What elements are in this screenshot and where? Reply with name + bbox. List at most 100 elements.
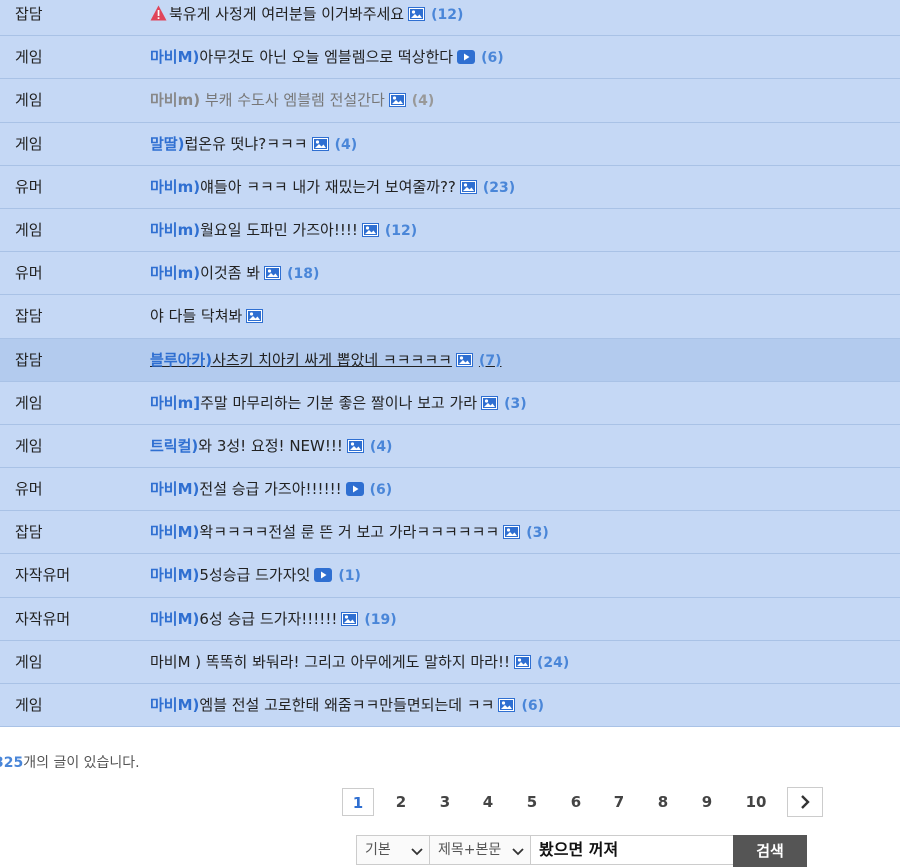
search-scope-value: 기본 [365,842,391,858]
image-icon [361,211,379,253]
post-row[interactable]: 유머 마비m)얘들아 ㅋㅋㅋ 내가 재밌는거 보여줄까?? (23) [0,165,900,210]
post-row[interactable]: 잡담 야 다들 닥쳐봐 [0,295,900,339]
image-icon [455,341,473,383]
comment-count[interactable]: (3) [504,396,527,412]
post-row[interactable]: 자작유머 마비M)6성 승급 드가자!!!!!! (19) [0,597,900,642]
post-title-link[interactable]: 마비m)얘들아 ㅋㅋㅋ 내가 재밌는거 보여줄까?? (23) [150,166,515,210]
page-link[interactable]: 6 [560,788,592,816]
next-page-button[interactable] [787,787,823,817]
post-row[interactable]: 게임 말딸)럽온유 떳냐?ㅋㅋㅋ (4) [0,122,900,167]
image-icon [346,427,364,469]
post-title-link[interactable]: 야 다들 닥쳐봐 [150,295,264,339]
post-row[interactable]: 게임 마비m)월요일 도파민 가즈아!!!! (12) [0,208,900,253]
post-row[interactable]: 게임 마비m) 부캐 수도사 엠블렘 전설간다 (4) [0,79,900,123]
comment-count[interactable]: (12) [431,7,463,23]
post-tag: 말딸) [150,134,185,153]
post-row[interactable]: 게임 마비M ) 똑똑히 봐둬라! 그리고 아무에게도 말하지 마라!! (24) [0,640,900,685]
post-title-text: 부캐 수도사 엠블렘 전설간다 [204,91,385,110]
post-title-link[interactable]: 마비M)6성 승급 드가자!!!!!! (19) [150,598,397,642]
post-tag: 마비m] [150,393,201,412]
post-tag: 마비M) [150,480,200,499]
page-link[interactable]: 2 [385,788,417,816]
post-title-link[interactable]: 블루아카)사츠키 치아키 싸게 뽑았네 ㅋㅋㅋㅋㅋ (7) [150,339,501,383]
post-category: 유머 [15,480,43,499]
page-link[interactable]: 9 [691,788,723,816]
page-link[interactable]: 4 [472,788,504,816]
image-icon [503,513,521,555]
page-link[interactable]: 3 [429,788,461,816]
page-link[interactable]: 8 [647,788,679,816]
post-title-text: 월요일 도파민 가즈아!!!! [200,220,358,239]
comment-count[interactable]: (19) [364,612,396,628]
page-link[interactable]: 1 [342,788,374,816]
post-title-link[interactable]: 마비m]주말 마무리하는 기분 좋은 짤이나 보고 가라 (3) [150,382,527,426]
post-title-link[interactable]: 말딸)럽온유 떳냐?ㅋㅋㅋ (4) [150,123,357,167]
chevron-right-icon [801,795,810,809]
image-icon [341,600,359,642]
image-icon [459,168,477,210]
post-tag: 블루아카) [150,350,213,369]
comment-count[interactable]: (6) [370,482,393,498]
post-row[interactable]: 게임 마비M)엠블 전설 고로한태 왜줌ㅋㅋ만들면되는데 ㅋㅋ (6) [0,684,900,728]
post-row[interactable]: 유머 마비m)이것좀 봐 (18) [0,252,900,296]
search-field-select[interactable]: 제목+본문 [429,835,531,865]
image-icon [498,686,516,728]
post-title-text: 전설 승급 가즈아!!!!!! [199,480,342,499]
post-title-link[interactable]: 북유게 사정게 여러분들 이거봐주세요 (12) [150,0,463,37]
post-row[interactable]: 잡담 마비M)왁ㅋㅋㅋㅋ전설 룬 뜬 거 보고 가라ㅋㅋㅋㅋㅋㅋ (3) [0,511,900,555]
comment-count[interactable]: (12) [385,223,417,239]
post-title-link[interactable]: 마비M ) 똑똑히 봐둬라! 그리고 아무에게도 말하지 마라!! (24) [150,641,569,685]
post-tag: 마비M) [150,523,200,542]
post-category: 유머 [15,177,43,196]
post-row[interactable]: 잡담 블루아카)사츠키 치아키 싸게 뽑았네 ㅋㅋㅋㅋㅋ (7) [0,338,900,383]
image-icon [514,643,532,685]
post-category: 잡담 [15,523,43,542]
post-title-text: 얘들아 ㅋㅋㅋ 내가 재밌는거 보여줄까?? [200,177,456,196]
post-row[interactable]: 게임 마비m]주말 마무리하는 기분 좋은 짤이나 보고 가라 (3) [0,381,900,426]
post-title-link[interactable]: 마비m) 부캐 수도사 엠블렘 전설간다 (4) [150,79,434,123]
comment-count[interactable]: (4) [370,439,393,455]
page-link[interactable]: 5 [516,788,548,816]
search-field-value: 제목+본문 [438,842,502,858]
comment-count[interactable]: (4) [335,137,358,153]
comment-count[interactable]: (24) [537,655,569,671]
comment-count[interactable]: (6) [481,50,504,66]
post-row[interactable]: 자작유머 마비M)5성승급 드가자잇 (1) [0,554,900,598]
page-link[interactable]: 7 [603,788,635,816]
post-title-link[interactable]: 트릭컬)와 3성! 요정! NEW!!! (4) [150,425,392,469]
image-icon [388,81,406,123]
search-scope-select[interactable]: 기본 [356,835,430,865]
comment-count[interactable]: (1) [338,568,361,584]
post-row[interactable]: 게임 트릭컬)와 3성! 요정! NEW!!! (4) [0,424,900,469]
post-title-link[interactable]: 마비m)월요일 도파민 가즈아!!!! (12) [150,209,417,253]
post-title-link[interactable]: 마비M)엠블 전설 고로한태 왜줌ㅋㅋ만들면되는데 ㅋㅋ (6) [150,684,544,728]
post-category: 잡담 [15,5,43,23]
post-category: 유머 [15,264,43,283]
comment-count[interactable]: (4) [412,93,435,109]
post-count-label: 개의 글이 있습니다. [23,755,140,771]
post-tag: 트릭컬) [150,436,199,455]
search-input[interactable]: 봤으면 꺼져 [530,835,734,865]
post-row[interactable]: 잡담 북유게 사정게 여러분들 이거봐주세요 (12) [0,0,900,37]
post-title-text: 사츠키 치아키 싸게 뽑았네 ㅋㅋㅋㅋㅋ [212,350,452,369]
comment-count[interactable]: (23) [483,180,515,196]
post-title-link[interactable]: 마비M)아무것도 아닌 오늘 엠블렘으로 떡상한다 (6) [150,36,504,80]
page-link[interactable]: 10 [738,788,774,816]
search-button[interactable]: 검색 [733,835,807,867]
post-title-text: 이것좀 봐 [200,264,261,283]
post-tag: 마비m) [150,91,201,110]
post-category: 게임 [15,134,43,153]
post-row[interactable]: 유머 마비M)전설 승급 가즈아!!!!!! (6) [0,468,900,512]
comment-count[interactable]: (6) [521,698,544,714]
post-row[interactable]: 게임 마비M)아무것도 아닌 오늘 엠블렘으로 떡상한다 (6) [0,36,900,80]
post-title-link[interactable]: 마비m)이것좀 봐 (18) [150,252,319,296]
video-icon [457,38,476,80]
comment-count[interactable]: (3) [526,525,549,541]
post-title-link[interactable]: 마비M)전설 승급 가즈아!!!!!! (6) [150,468,392,512]
post-title-link[interactable]: 마비M)5성승급 드가자잇 (1) [150,554,361,598]
post-title-link[interactable]: 마비M)왁ㅋㅋㅋㅋ전설 룬 뜬 거 보고 가라ㅋㅋㅋㅋㅋㅋ (3) [150,511,549,555]
comment-count[interactable]: (7) [479,353,502,369]
post-category: 잡담 [15,307,43,326]
comment-count[interactable]: (18) [287,266,319,282]
post-tag: 마비m) [150,264,201,283]
